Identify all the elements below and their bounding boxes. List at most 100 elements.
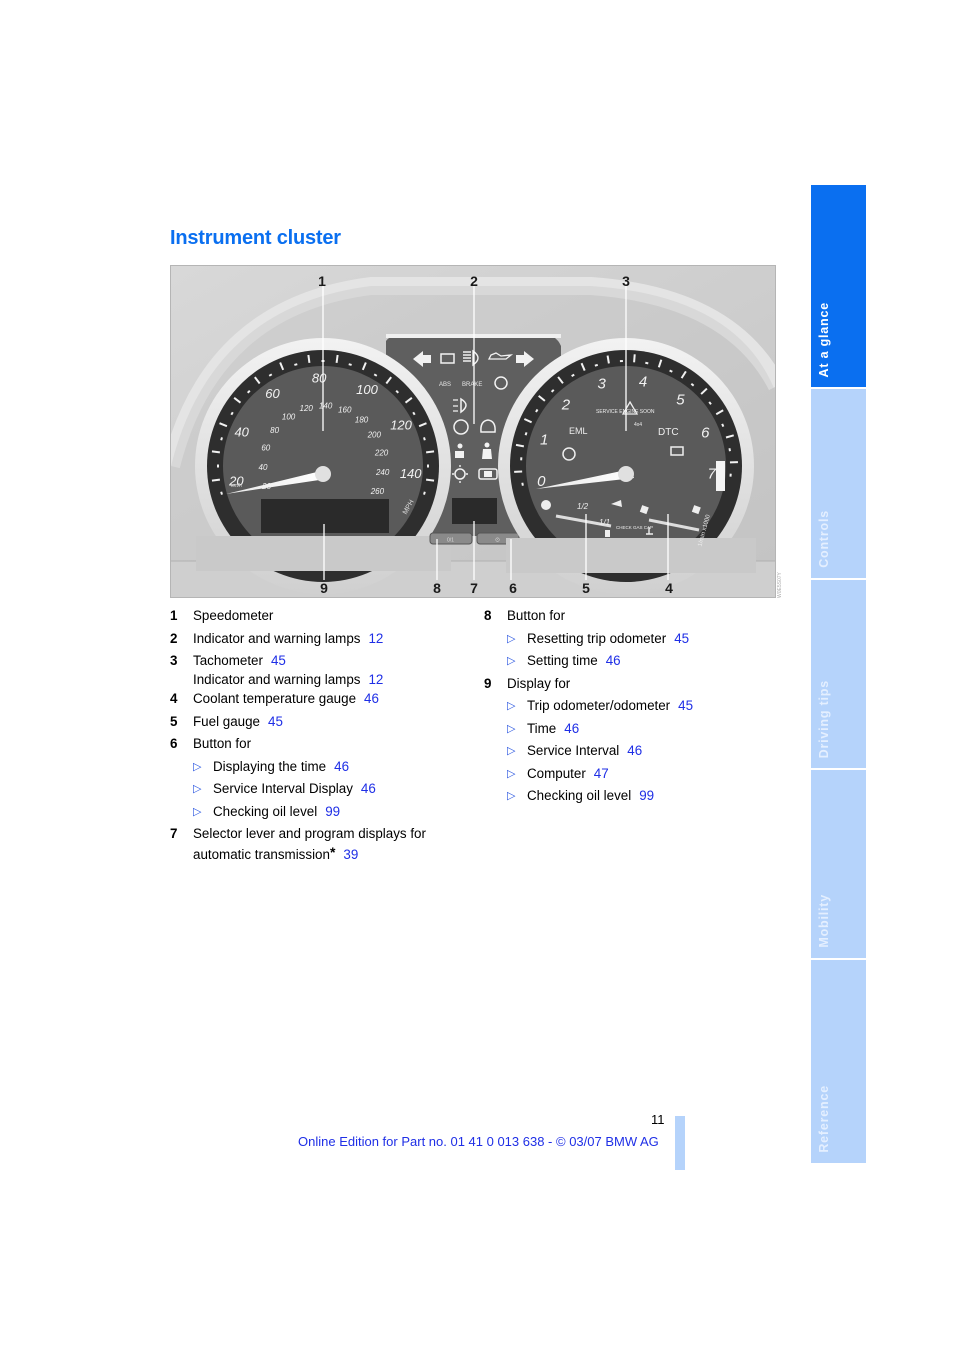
callout-4: 4	[665, 580, 673, 596]
triangle-right-icon: ▷	[507, 767, 516, 780]
kmh-label: 260	[370, 487, 385, 496]
page-ref-link[interactable]: 12	[368, 672, 383, 687]
callout-3: 3	[622, 273, 630, 289]
brake-lamp: BRAKE	[462, 382, 482, 388]
legend-item-1: 1 Speedometer	[170, 608, 274, 623]
legend-item-8: 8 Button for ▷ Resetting trip odometer 45 …	[484, 605, 784, 673]
callout-6: 6	[509, 580, 517, 596]
legend-item-7: 7 Selector lever and program displays fo…	[170, 826, 426, 862]
kmh-label: 100	[282, 413, 296, 422]
legend-item-3: 3 Tachometer 45 Indicator and warning lam…	[170, 653, 384, 687]
page-ref-link[interactable]: 45	[268, 714, 283, 729]
fuel-reserve-lamp	[541, 500, 551, 510]
tab-at-a-glance[interactable]: At a glance	[811, 185, 866, 387]
page-title: Instrument cluster	[170, 227, 341, 249]
triangle-right-icon: ▷	[507, 655, 516, 667]
eml-text: EML	[569, 426, 588, 436]
tab-driving-tips[interactable]: Driving tips	[811, 580, 866, 768]
tab-controls[interactable]: Controls	[811, 389, 866, 578]
check-gas-cap-text: CHECK GAS CAP	[616, 525, 653, 530]
transmission-display	[452, 498, 497, 524]
callout-8: 8	[433, 580, 441, 596]
callout-7: 7	[470, 580, 478, 596]
tab-mobility[interactable]: Mobility	[811, 770, 866, 958]
svg-text:0/1: 0/1	[447, 538, 454, 544]
rpm-label: 3	[598, 376, 607, 393]
triangle-right-icon: ▷	[193, 783, 202, 795]
kmh-label: 40	[259, 463, 268, 472]
legend-item-6: 6 Button for ▷ Displaying the time 46 ▷ Ser…	[170, 733, 470, 823]
page-ref-link[interactable]: 46	[334, 759, 349, 774]
kmh-unit: km/h	[231, 483, 242, 489]
tachometer-tick	[690, 383, 695, 387]
mph-label: 120	[390, 418, 412, 433]
page-ref-link[interactable]: 47	[594, 766, 609, 781]
speedometer-tick	[425, 478, 435, 482]
page-ref-link[interactable]: 99	[325, 804, 340, 819]
instrument-cluster-figure: 2040608010012014020406080100120140160180…	[170, 265, 776, 598]
legend-item-9: 9 Display for ▷ Trip odometer/odometer 45 …	[484, 673, 784, 808]
rpm-label: 1	[540, 432, 548, 449]
speedometer-tick	[335, 354, 339, 364]
footer-edition-note: Online Edition for Part no. 01 41 0 013 …	[298, 1134, 659, 1149]
page-ref-link[interactable]: 46	[564, 721, 579, 736]
kmh-label: 160	[338, 406, 352, 415]
page-ref-link[interactable]: 39	[343, 847, 358, 862]
mph-label: 140	[400, 466, 422, 481]
legend-sub-item: ▷ Setting time 46	[507, 650, 784, 673]
speedometer-tick	[220, 491, 223, 495]
speedometer-tick	[220, 437, 223, 441]
redline-zone	[716, 461, 725, 491]
odometer-display	[261, 499, 389, 533]
page-ref-link[interactable]: 45	[678, 698, 693, 713]
page-ref-link[interactable]: 46	[627, 743, 642, 758]
speedometer-tick	[211, 450, 221, 454]
page-ref-link[interactable]: 46	[606, 653, 621, 668]
four-by-four-text: 4x4	[634, 422, 642, 428]
speedometer-tick	[423, 437, 426, 441]
instrument-cluster-illustration: 2040608010012014020406080100120140160180…	[171, 266, 775, 597]
mph-label: 100	[356, 382, 378, 397]
rpm-label: 5	[676, 391, 685, 408]
rpm-label: 2	[561, 396, 571, 413]
tab-reference[interactable]: Reference	[811, 960, 866, 1163]
svg-text:⊙: ⊙	[495, 538, 500, 544]
speedometer-tick	[268, 373, 273, 377]
speedometer-tick	[246, 389, 251, 394]
tachometer-tick	[550, 389, 555, 393]
legend-item-4: 4 Coolant temperature gauge 46	[170, 691, 379, 706]
rpm-label: 4	[639, 374, 647, 391]
legend-item-5: 5 Fuel gauge 45	[170, 713, 283, 729]
abs-lamp: ABS	[439, 382, 451, 388]
kmh-label: 80	[270, 426, 279, 435]
tachometer-tick	[669, 369, 673, 373]
dtc-text: DTC	[658, 427, 679, 438]
callout-2: 2	[470, 273, 478, 289]
page-ref-link[interactable]: 46	[361, 781, 376, 796]
legend-column-2: 8 Button for ▷ Resetting trip odometer 45 …	[484, 605, 784, 808]
kmh-label: 200	[367, 431, 382, 440]
page-ref-link[interactable]: 45	[271, 653, 286, 668]
page-number: 11	[651, 1112, 665, 1127]
kmh-label: 240	[375, 468, 390, 477]
fuel-full-label: 1/1	[599, 518, 610, 527]
speedometer-tick	[395, 389, 400, 394]
kmh-label: 120	[300, 404, 314, 413]
kmh-label: 60	[261, 444, 270, 453]
triangle-right-icon: ▷	[507, 700, 516, 712]
tachometer-tick	[535, 408, 539, 413]
page-ref-link[interactable]: 12	[368, 631, 383, 646]
triangle-right-icon: ▷	[193, 760, 202, 773]
page-ref-link[interactable]: 45	[674, 631, 689, 646]
tachometer-tick	[594, 363, 599, 367]
triangle-right-icon: ▷	[507, 722, 516, 735]
speedometer-tick	[423, 491, 426, 495]
callout-9: 9	[320, 580, 328, 596]
speedometer-tick	[230, 411, 234, 416]
speedometer-tick	[211, 478, 221, 482]
legend-sub-item: ▷ Resetting trip odometer 45	[507, 628, 784, 651]
page-ref-link[interactable]: 99	[639, 788, 654, 803]
mph-label: 80	[312, 370, 327, 385]
page-number-bar	[675, 1116, 685, 1170]
page-ref-link[interactable]: 46	[364, 691, 379, 706]
